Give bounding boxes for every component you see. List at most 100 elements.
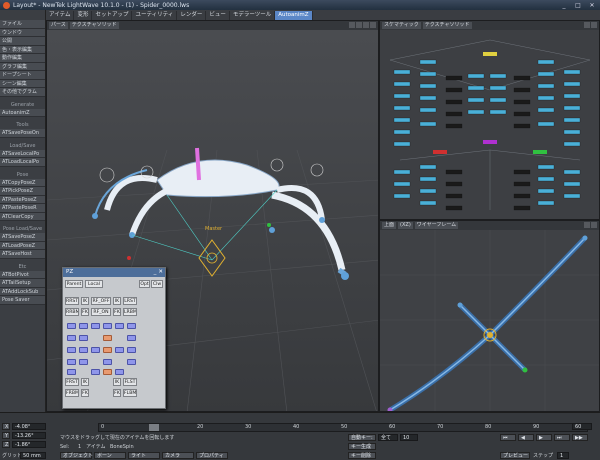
schematic-node[interactable] [513, 205, 531, 211]
left-tool-button[interactable]: ATSaveHost [0, 250, 45, 259]
pose-button[interactable]: FK [81, 308, 89, 316]
schematic-node[interactable] [513, 99, 531, 105]
pose-button[interactable]: FLBM [123, 389, 137, 397]
maximize-button[interactable]: □ [572, 1, 584, 9]
zoom-dropdown[interactable]: (XZ) [398, 222, 413, 229]
menu-item-6[interactable]: レンダー [177, 10, 207, 20]
bone-selector[interactable] [79, 323, 88, 329]
viewport-move-icon[interactable] [584, 222, 590, 228]
schematic-node[interactable] [563, 169, 581, 175]
bone-selector[interactable] [67, 347, 76, 353]
preview-dropdown[interactable]: プレビュー [500, 452, 530, 459]
menu-item-5[interactable]: ユーティリティ [132, 10, 178, 20]
bone-selector[interactable] [79, 335, 88, 341]
schematic-node[interactable] [419, 200, 437, 206]
bone-selector[interactable] [91, 323, 100, 329]
bone-selector[interactable] [127, 359, 136, 365]
left-tool-button[interactable]: ATLoadLocalPo [0, 158, 45, 167]
schematic-node[interactable] [445, 181, 463, 187]
schematic-node[interactable] [513, 193, 531, 199]
left-tool-button[interactable]: ATPickPoseZ [0, 187, 45, 196]
schematic-node[interactable] [513, 75, 531, 81]
bone-selector[interactable] [103, 347, 112, 353]
schematic-node[interactable] [393, 193, 411, 199]
schematic-node[interactable] [489, 73, 507, 79]
left-tool-button[interactable]: グラフ編集 [0, 62, 45, 71]
schematic-node[interactable] [445, 193, 463, 199]
edit-mode-button[interactable]: プロパティ [196, 452, 228, 459]
schematic-node[interactable] [467, 73, 485, 79]
edit-mode-button[interactable]: ボーン [94, 452, 126, 459]
axis-label-x[interactable]: X [2, 423, 10, 430]
viewport-zoom-icon[interactable] [363, 22, 369, 28]
schematic-node[interactable] [563, 69, 581, 75]
left-tool-button[interactable]: Pose Saver [0, 296, 45, 305]
menu-item-2[interactable]: アイテム [46, 10, 75, 20]
left-tool-button[interactable]: ATSavePoseZ [0, 233, 45, 242]
schematic-node[interactable] [537, 95, 555, 101]
bone-selector[interactable] [115, 323, 124, 329]
schematic-node[interactable] [489, 109, 507, 115]
pose-button[interactable]: LRBM [123, 308, 137, 316]
schematic-node[interactable] [563, 93, 581, 99]
viewport-move-icon[interactable] [584, 22, 590, 28]
left-tool-button[interactable]: ATClearCopy [0, 212, 45, 221]
view-mode-dropdown[interactable]: 上面 [382, 222, 397, 229]
schematic-node[interactable] [419, 176, 437, 182]
menu-item-4[interactable]: セットアップ [92, 10, 133, 20]
schematic-node[interactable] [419, 107, 437, 113]
left-tool-button[interactable]: ATCopyPoseZ [0, 178, 45, 187]
bone-selector[interactable] [115, 369, 124, 375]
pose-button[interactable]: FK [113, 308, 121, 316]
tab-opt[interactable]: Opt [139, 280, 150, 288]
pose-button[interactable]: IK [81, 297, 89, 305]
schematic-node[interactable] [467, 85, 485, 91]
axis-label-y[interactable]: Y [2, 432, 10, 439]
schematic-node[interactable] [537, 200, 555, 206]
schematic-node[interactable] [533, 150, 547, 154]
bone-selector[interactable] [103, 359, 112, 365]
pose-control-panel[interactable]: PZ _ ✕ Parent Local Opt Clw RRST IK RF_OFF IK LRS… [62, 267, 166, 409]
schematic-node[interactable] [537, 176, 555, 182]
schematic-node[interactable] [393, 169, 411, 175]
left-tool-button[interactable]: シーン編集 [0, 79, 45, 88]
pose-button[interactable]: RRBM [65, 308, 79, 316]
pose-button[interactable]: FRST [65, 378, 79, 386]
schematic-node[interactable] [445, 123, 463, 129]
schematic-node[interactable] [393, 81, 411, 87]
schematic-node[interactable] [563, 129, 581, 135]
pose-button[interactable]: RF_ON [91, 308, 111, 316]
grid-size-field[interactable]: 50 mm [20, 452, 46, 459]
schematic-node[interactable] [393, 93, 411, 99]
schematic-node[interactable] [445, 205, 463, 211]
bone-selector[interactable] [67, 359, 76, 365]
bone-selector[interactable] [127, 323, 136, 329]
pose-button[interactable]: FRBM [65, 389, 79, 397]
pose-button[interactable]: FLST [123, 378, 137, 386]
bone-selector[interactable] [115, 347, 124, 353]
schematic-node[interactable] [393, 117, 411, 123]
schematic-node[interactable] [419, 59, 437, 65]
viewport-rotate-icon[interactable] [356, 22, 362, 28]
edit-mode-button[interactable]: ライト [128, 452, 160, 459]
pose-button[interactable]: FK [113, 389, 121, 397]
left-tool-button[interactable]: ATSavePoseOn [0, 129, 45, 138]
close-button[interactable]: ✕ [586, 1, 598, 9]
playback-icon[interactable]: ⏭ [554, 434, 570, 441]
axis-value-field[interactable]: -1.86° [12, 441, 46, 448]
bone-selector[interactable] [103, 335, 112, 341]
left-tool-button[interactable]: ファイル [0, 20, 45, 29]
schematic-node[interactable] [563, 181, 581, 187]
schematic-node[interactable] [419, 164, 437, 170]
pose-button[interactable]: IK [81, 378, 89, 386]
schematic-node[interactable] [489, 85, 507, 91]
frame-ruler[interactable]: 0102030405060708090100 [98, 423, 591, 432]
autokey-button[interactable]: 自動キー: [348, 434, 376, 441]
axis-label-z[interactable]: Z [2, 441, 10, 448]
left-tool-button[interactable]: ATTailSetup [0, 279, 45, 288]
viewport-maximize-icon[interactable] [370, 22, 376, 28]
schematic-node[interactable] [419, 83, 437, 89]
schematic-viewport[interactable]: スケマティック テクスチャソリッド [379, 20, 600, 220]
pose-button[interactable]: RRST [65, 297, 79, 305]
bone-selector[interactable] [79, 347, 88, 353]
